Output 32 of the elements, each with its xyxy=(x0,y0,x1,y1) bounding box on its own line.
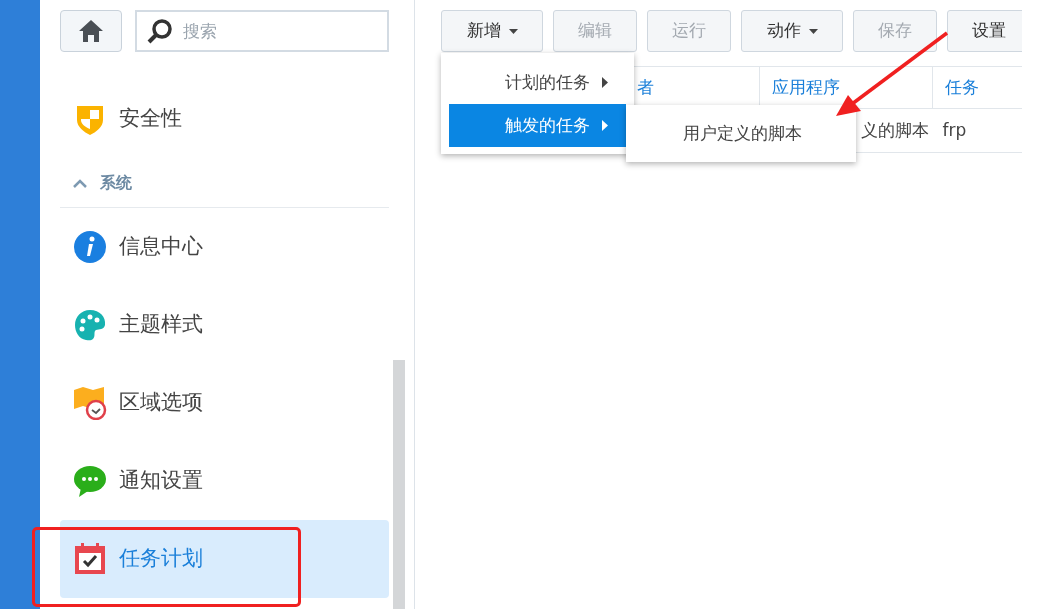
section-header[interactable]: 系统 xyxy=(100,170,132,195)
toolbar-button[interactable]: 设置 xyxy=(947,10,1022,52)
caret-icon xyxy=(508,28,518,34)
column-header[interactable]: 者 xyxy=(637,74,654,101)
column-header[interactable]: 应用程序 xyxy=(771,74,840,101)
map-clock-icon xyxy=(73,386,107,420)
toolbar-button[interactable]: 动作 xyxy=(741,10,843,52)
submenu-arrow-icon xyxy=(602,120,608,131)
submenu-arrow-icon xyxy=(602,77,608,88)
home-button[interactable] xyxy=(60,10,122,52)
sidebar-item[interactable]: 信息中心 xyxy=(60,208,389,286)
home-icon xyxy=(77,19,104,43)
table-cell-text: 义的脚本 xyxy=(860,118,929,142)
scrollbar[interactable] xyxy=(393,360,405,609)
palette-icon xyxy=(73,308,107,342)
menu-item[interactable]: 触发的任务 xyxy=(449,104,626,147)
menu-item[interactable]: 用户定义的脚本 xyxy=(626,112,856,155)
chat-bubble-icon xyxy=(73,464,107,498)
toolbar-button[interactable]: 新增 xyxy=(441,10,543,52)
search-icon xyxy=(146,18,173,44)
sidebar-item[interactable]: 通知设置 xyxy=(60,442,389,520)
calendar-check-icon xyxy=(73,542,107,576)
collapse-chevron-icon[interactable] xyxy=(72,177,88,188)
search-field[interactable]: 搜索 xyxy=(134,10,389,52)
menu-item[interactable]: 计划的任务 xyxy=(449,61,626,104)
sidebar-item[interactable]: 主题样式 xyxy=(60,286,389,364)
sidebar-item[interactable]: 区域选项 xyxy=(60,364,389,442)
column-header[interactable]: 任务 xyxy=(945,74,980,101)
sidebar-item[interactable]: 安全性 xyxy=(60,80,389,158)
info-icon xyxy=(73,230,107,264)
table-cell-text: frp xyxy=(942,118,967,142)
caret-icon xyxy=(808,28,818,34)
